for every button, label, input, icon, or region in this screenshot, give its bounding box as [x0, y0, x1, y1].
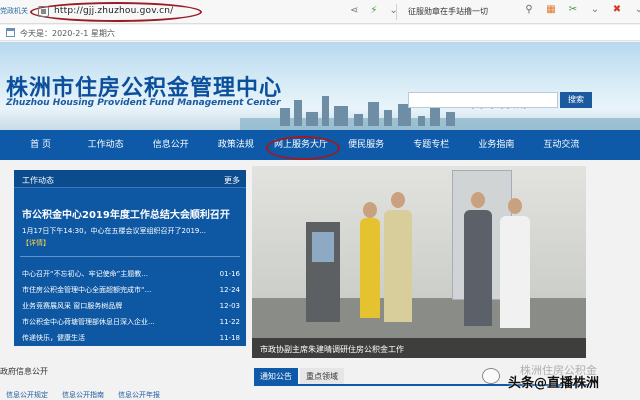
nav-item-special-topics[interactable]: 专题专栏	[399, 130, 464, 160]
photo-caption[interactable]: 市政协副主席朱建晴调研住房公积金工作	[260, 344, 404, 355]
headline-summary: 1月17日下午14:30，中心在五楼会议室组织召开了2019...	[22, 227, 207, 235]
site-top-bar: 今天是：2020-2-1 星期六	[0, 25, 640, 41]
address-bar[interactable]: http://gjj.zhuzhou.gov.cn/	[54, 6, 173, 16]
search-input[interactable]	[408, 92, 558, 108]
more-link[interactable]: 更多	[224, 175, 240, 186]
list-item[interactable]: 中心召开“不忘初心、牢记使命”主题教... 01-16	[22, 266, 240, 282]
toolbar-divider	[396, 4, 397, 20]
news-title[interactable]: 传递快乐，健康生活	[22, 330, 204, 346]
tab-annual-report[interactable]: 信息公开年报	[118, 390, 160, 400]
nav-item-info-disclosure[interactable]: 信息公开	[138, 130, 203, 160]
person-figure	[384, 210, 412, 322]
list-item[interactable]: 业务竞赛展风采 窗口服务树品牌 12-03	[22, 298, 240, 314]
list-item[interactable]: 传递快乐，健康生活 11-18	[22, 330, 240, 346]
nav-item-work-news[interactable]: 工作动态	[73, 130, 138, 160]
nav-item-policies[interactable]: 政策法规	[203, 130, 268, 160]
scissors-icon[interactable]: ✂	[566, 4, 580, 15]
wechat-icon	[482, 368, 500, 384]
tab-notices[interactable]: 通知公告	[254, 368, 298, 385]
headline-link[interactable]: 市公积金中心2019年度工作总结大会顺利召开	[22, 206, 230, 221]
nav-item-interaction[interactable]: 互动交流	[529, 130, 594, 160]
tab-disclosure-rules[interactable]: 信息公开规定	[6, 390, 48, 400]
browser-toolbar: 党政机关 http://gjj.zhuzhou.gov.cn/ ⋖ ⚡ ⌄ 征服…	[0, 0, 640, 24]
nav-item-business-guide[interactable]: 业务指南	[464, 130, 529, 160]
search-button[interactable]: 搜索	[560, 92, 592, 108]
person-figure	[500, 216, 530, 328]
toolbar-right: ⚲ ▦ ✂ ⌄ ✖ ⌄ ⠿	[522, 4, 640, 15]
toolbar-hint-text[interactable]: 征服勋章在手站撸一切	[408, 6, 488, 17]
block-icon[interactable]: ✖	[610, 4, 624, 15]
list-item[interactable]: 市公积金中心荷塘管理部休息日深入企业... 11-22	[22, 314, 240, 330]
site-banner: 株洲市住房公积金管理中心 Zhuzhou Housing Provident F…	[0, 42, 640, 130]
watermark: 株洲住房公积金 头条@直播株洲	[478, 360, 636, 394]
gov-info-tabs: 信息公开规定 信息公开指南 信息公开年报	[6, 390, 160, 400]
news-date: 12-03	[219, 302, 240, 310]
watermark-text: 头条@直播株洲	[508, 376, 600, 391]
nav-item-convenience-services[interactable]: 便民服务	[334, 130, 399, 160]
news-date: 11-18	[219, 334, 240, 342]
news-list: 中心召开“不忘初心、牢记使命”主题教... 01-16 市住房公积金管理中心全面超…	[22, 266, 240, 346]
toolbar-icons: ⋖ ⚡ ⌄	[350, 5, 398, 16]
calendar-icon	[6, 28, 15, 37]
tab-key-areas[interactable]: 重点领域	[300, 368, 344, 385]
service-kiosk	[306, 222, 340, 322]
news-date: 01-16	[219, 270, 240, 278]
news-date: 11-22	[219, 318, 240, 326]
browser-tab-gov[interactable]: 党政机关	[0, 6, 28, 16]
grid-icon[interactable]: ▦	[544, 4, 558, 15]
tab-disclosure-guide[interactable]: 信息公开指南	[62, 390, 104, 400]
news-photo[interactable]	[252, 166, 586, 358]
panel-divider	[20, 256, 240, 257]
page-icon	[38, 6, 49, 17]
site-subtitle: Zhuzhou Housing Provident Fund Managemen…	[6, 98, 281, 108]
list-item[interactable]: 市住房公积金管理中心全面超额完成市“... 12-24	[22, 282, 240, 298]
notice-tabs: 通知公告 重点领域	[254, 368, 344, 385]
share-icon[interactable]: ⋖	[350, 5, 358, 16]
chevron-down-icon[interactable]: ⌄	[632, 4, 640, 15]
news-title[interactable]: 业务竞赛展风采 窗口服务树品牌	[22, 298, 204, 314]
work-news-panel: 工作动态 更多 市公积金中心2019年度工作总结大会顺利召开 1月17日下午14…	[14, 170, 246, 346]
search-icon[interactable]: ⚲	[522, 4, 536, 15]
chevron-down-icon[interactable]: ⌄	[588, 4, 602, 15]
nav-item-home[interactable]: 首 页	[8, 130, 73, 160]
nav-annotation-oval	[266, 136, 340, 160]
news-title[interactable]: 市住房公积金管理中心全面超额完成市“...	[22, 282, 204, 298]
lightning-icon[interactable]: ⚡	[370, 5, 377, 16]
panel-header: 工作动态 更多	[14, 170, 246, 188]
person-figure	[464, 210, 492, 326]
news-title[interactable]: 中心召开“不忘初心、牢记使命”主题教...	[22, 266, 204, 282]
panel-title: 工作动态	[22, 176, 54, 185]
gov-info-heading: 政府信息公开	[0, 367, 48, 376]
person-figure	[360, 218, 380, 318]
detail-link[interactable]: 【详情】	[22, 238, 50, 248]
today-date: 今天是：2020-2-1 星期六	[20, 29, 115, 38]
news-date: 12-24	[219, 286, 240, 294]
news-title[interactable]: 市公积金中心荷塘管理部休息日深入企业...	[22, 314, 204, 330]
